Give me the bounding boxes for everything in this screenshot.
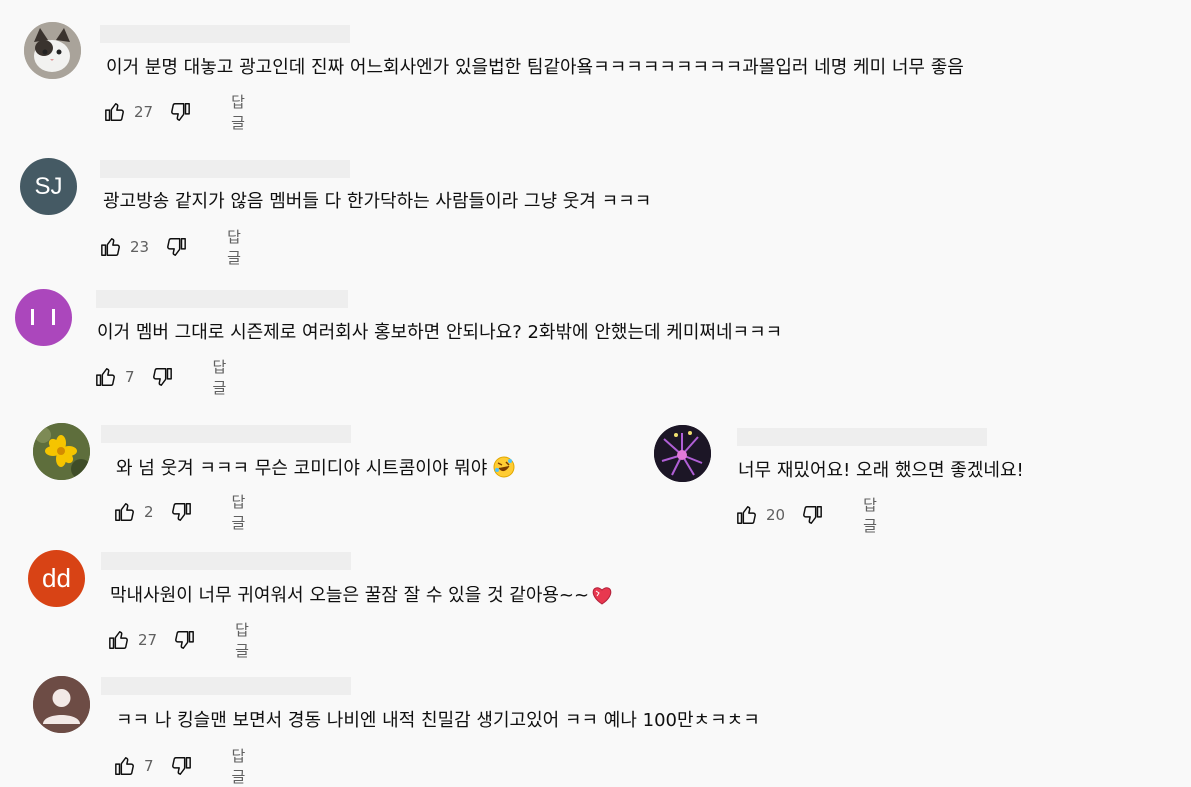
avatar-initials: dd: [42, 563, 71, 593]
comment-text: 와 넘 웃겨 ㅋㅋㅋ 무슨 코미디야 시트콤이야 뭐야: [116, 456, 515, 485]
author-name-redacted: [96, 290, 348, 308]
comment-text: 이거 멤버 그대로 시즌제로 여러회사 홍보하면 안되나요? 2화밖에 안했는데…: [97, 322, 783, 343]
comment-text-content: 와 넘 웃겨 ㅋㅋㅋ 무슨 코미디야 시트콤이야 뭐야: [116, 458, 488, 479]
thumbs-up-icon: [109, 631, 128, 649]
dislike-button[interactable]: [801, 503, 823, 527]
comment-actions: 2 답글: [114, 493, 249, 532]
reply-button[interactable]: 답글: [232, 745, 250, 787]
dislike-button[interactable]: [173, 628, 195, 652]
dislike-button[interactable]: [170, 754, 192, 778]
like-count: 27: [134, 103, 154, 121]
comment-actions: 20 답글: [736, 496, 881, 535]
reply-button[interactable]: 답글: [235, 619, 253, 661]
dislike-button[interactable]: [170, 500, 192, 524]
reply-button[interactable]: 답글: [231, 91, 249, 133]
author-name-redacted: [100, 160, 350, 178]
author-name-redacted: [101, 552, 351, 570]
avatar[interactable]: [33, 676, 90, 733]
thumbs-down-icon: [152, 368, 172, 386]
thumbs-up-icon: [101, 238, 120, 256]
like-count: 7: [144, 757, 154, 775]
thumbs-down-icon: [803, 506, 822, 524]
thumbs-up-icon: [115, 503, 134, 521]
like-button[interactable]: [114, 500, 136, 524]
like-button[interactable]: [95, 365, 117, 389]
like-button[interactable]: [104, 100, 126, 124]
thumbs-down-icon: [167, 238, 186, 256]
like-count: 2: [144, 503, 154, 521]
comment-actions: 23 답글: [100, 228, 245, 267]
heart-emoji-icon: [591, 585, 613, 612]
comment-text: 너무 재밌어요! 오래 했으면 좋겠네요!: [738, 460, 1024, 481]
thumbs-up-icon: [96, 368, 115, 386]
comment-actions: 27 답글: [108, 621, 253, 660]
avatar[interactable]: [24, 22, 81, 79]
like-count: 27: [138, 631, 158, 649]
thumbs-up-icon: [737, 506, 756, 524]
author-name-redacted: [737, 428, 987, 446]
avatar-glyph: [31, 309, 55, 325]
thumbs-up-icon: [105, 103, 124, 121]
thumbs-up-icon: [115, 757, 134, 775]
comment-actions: 27 답글: [104, 93, 249, 132]
thumbs-down-icon: [171, 503, 191, 521]
like-button[interactable]: [108, 628, 130, 652]
reply-button[interactable]: 답글: [213, 356, 231, 398]
purple-flower-avatar-image: [654, 425, 711, 482]
reply-button[interactable]: 답글: [227, 226, 245, 268]
thumbs-down-icon: [175, 631, 194, 649]
like-count: 7: [125, 368, 135, 386]
avatar[interactable]: dd: [28, 550, 85, 607]
rofl-emoji-icon: [493, 456, 515, 485]
avatar[interactable]: SJ: [20, 158, 77, 215]
comment-text: 막내사원이 너무 귀여워서 오늘은 꿀잠 잘 수 있을 것 같아용~~: [110, 584, 613, 612]
comment-text: 이거 분명 대놓고 광고인데 진짜 어느회사엔가 있을법한 팀같아욬ㅋㅋㅋㅋㅋㅋ…: [106, 57, 964, 78]
comment-text: ㅋㅋ 나 킹슬맨 보면서 경동 나비엔 내적 친밀감 생기고있어 ㅋㅋ 예나 1…: [116, 710, 760, 731]
comment-text-content: 막내사원이 너무 귀여워서 오늘은 꿀잠 잘 수 있을 것 같아용~~: [110, 585, 590, 606]
author-name-redacted: [101, 677, 351, 695]
reply-button[interactable]: 답글: [863, 494, 881, 536]
avatar[interactable]: [654, 425, 711, 482]
like-count: 23: [130, 238, 150, 256]
avatar-initials: SJ: [34, 172, 63, 200]
avatar[interactable]: [15, 289, 72, 346]
like-button[interactable]: [736, 503, 758, 527]
thumbs-down-icon: [171, 757, 191, 775]
reply-button[interactable]: 답글: [232, 491, 250, 533]
flower-avatar-image: [33, 423, 90, 480]
dislike-button[interactable]: [169, 100, 191, 124]
comment-text: 광고방송 같지가 않음 멤버들 다 한가닥하는 사람들이라 그냥 웃겨 ㅋㅋㅋ: [103, 191, 652, 212]
default-person-icon: [33, 676, 90, 733]
comment-actions: 7 답글: [95, 358, 230, 397]
author-name-redacted: [101, 425, 351, 443]
comment-actions: 7 답글: [114, 747, 249, 786]
author-name-redacted: [100, 25, 350, 43]
like-button[interactable]: [114, 754, 136, 778]
dislike-button[interactable]: [165, 235, 187, 259]
like-button[interactable]: [100, 235, 122, 259]
avatar[interactable]: [33, 423, 90, 480]
dislike-button[interactable]: [151, 365, 173, 389]
thumbs-down-icon: [171, 103, 190, 121]
cat-avatar-image: [24, 22, 81, 79]
like-count: 20: [766, 506, 786, 524]
